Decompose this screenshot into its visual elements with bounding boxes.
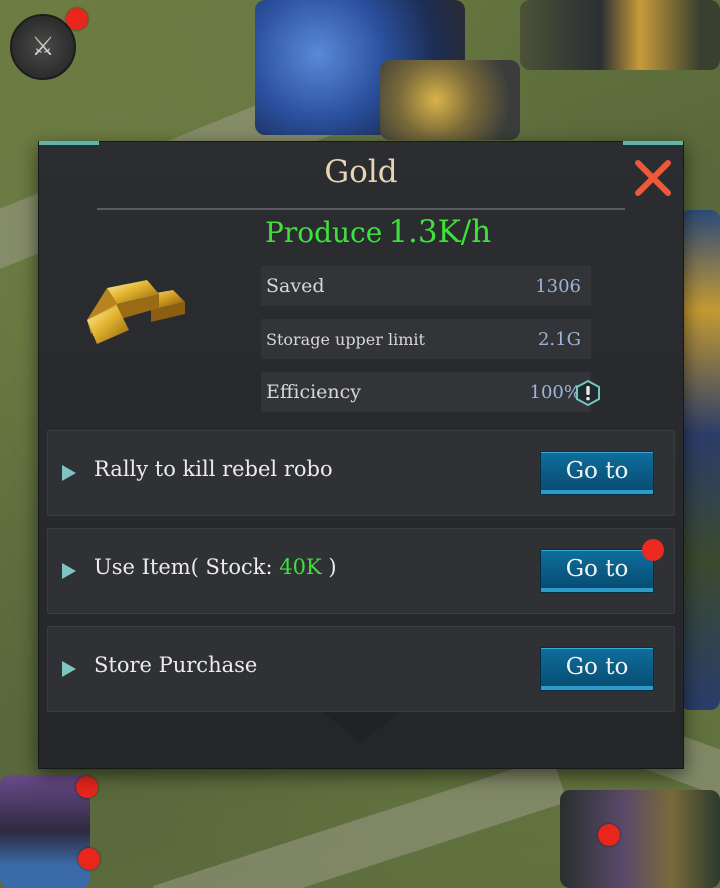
stat-saved-value: 1306 [535,275,581,297]
notification-dot [642,539,664,561]
dialog-title: Gold [324,154,398,190]
produce-value: 1.3K/h [388,214,492,250]
source-text: Rally to kill rebel robo [94,457,333,481]
notification-dot [78,848,100,870]
close-icon [635,160,671,196]
source-text-suffix: ) [321,555,337,579]
gold-resource-dialog: Gold Produce 1.3K/h Saved 1306 Storage u… [38,141,684,769]
go-to-button[interactable]: Go to [540,647,654,691]
map-building [560,790,720,888]
source-text-prefix: Use Item( Stock: [94,555,280,579]
stat-efficiency: Efficiency 100% [261,372,591,412]
map-building [680,210,720,710]
source-row-use-item: Use Item( Stock: 40K ) Go to [47,528,675,614]
close-button[interactable] [631,156,675,200]
stock-value: 40K [279,555,322,579]
source-row-rally: Rally to kill rebel robo Go to [47,430,675,516]
go-to-button[interactable]: Go to [540,549,654,593]
title-divider [97,208,625,210]
produce-label: Produce [265,216,383,249]
map-building [520,0,720,70]
source-text: Store Purchase [94,653,258,677]
go-to-button[interactable]: Go to [540,451,654,495]
gold-bar-icon [87,280,185,344]
hud-menu-button[interactable]: ⚔ [10,14,76,80]
stat-efficiency-label: Efficiency [266,381,362,403]
map-road [152,756,568,888]
produce-rate: Produce 1.3K/h [265,214,491,250]
source-text: Use Item( Stock: 40K ) [94,555,337,579]
expand-arrow-icon[interactable] [62,563,76,579]
expand-arrow-icon[interactable] [62,465,76,481]
stat-storage-limit: Storage upper limit 2.1G [261,319,591,359]
stat-saved: Saved 1306 [261,266,591,306]
stat-storage-limit-value: 2.1G [537,328,581,350]
expand-arrow-icon[interactable] [62,661,76,677]
notification-dot [66,8,88,30]
source-row-store-purchase: Store Purchase Go to [47,626,675,712]
stat-storage-limit-label: Storage upper limit [266,329,425,349]
notification-dot [598,824,620,846]
stat-saved-label: Saved [266,275,325,297]
notification-dot [76,776,98,798]
stat-efficiency-value: 100% [529,381,581,403]
map-building [380,60,520,140]
info-icon[interactable] [575,380,601,406]
